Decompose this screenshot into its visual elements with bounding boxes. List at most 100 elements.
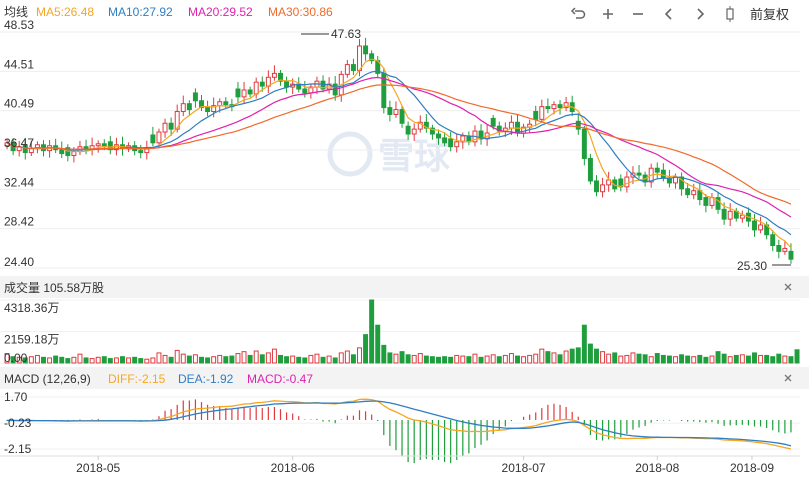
volume-bar-down	[697, 354, 703, 364]
volume-bar-down	[107, 358, 113, 364]
volume-bar-down	[405, 354, 411, 364]
price-tick-label: 28.42	[4, 215, 34, 229]
x-tick-label: 2018-07	[502, 461, 546, 475]
x-tick-label: 2018-06	[271, 461, 315, 475]
volume-bar-up	[89, 358, 95, 364]
volume-bar-down	[101, 356, 107, 364]
volume-bar-down	[752, 352, 757, 364]
ma30-legend: MA30:30.86	[268, 5, 333, 19]
volume-bar-down	[205, 357, 211, 364]
candle-down	[685, 188, 691, 196]
candle-down	[302, 88, 308, 94]
candle-down	[448, 138, 454, 148]
volume-bar-down	[302, 357, 308, 364]
volume-bar-up	[235, 353, 241, 364]
volume-bar-down	[466, 356, 472, 364]
volume-bar-down	[575, 347, 581, 364]
volume-bar-up	[290, 355, 296, 364]
volume-bar-down	[660, 354, 666, 364]
volume-bar-up	[34, 354, 40, 364]
ma10-legend: MA10:27.92	[108, 5, 173, 19]
volume-bar-up	[630, 352, 636, 364]
volume-bar-down	[284, 356, 290, 364]
time-axis: 2018-05 2018-06 2018-07 2018-08 2018-09	[76, 456, 774, 475]
candle-down	[721, 208, 727, 220]
high-annotation: 47.63	[301, 27, 361, 41]
volume-bar-down	[399, 351, 405, 364]
volume-bar-up	[393, 353, 399, 364]
volume-bar-up	[673, 356, 678, 364]
volume-bar-down	[679, 354, 685, 364]
volume-bar-down	[423, 355, 429, 364]
volume-bar-up	[150, 357, 156, 364]
volume-bar-down	[685, 355, 691, 364]
volume-bar-down	[247, 354, 253, 364]
candle-down	[405, 125, 411, 135]
x-tick-label: 2018-05	[76, 461, 120, 475]
volume-bar-down	[363, 334, 369, 364]
volume-bar-up	[314, 353, 320, 364]
candle-up	[95, 143, 101, 147]
high-label: 47.63	[331, 27, 361, 41]
volume-bar-up	[411, 354, 417, 364]
volume-bar-up	[253, 350, 259, 364]
candle-down	[284, 80, 290, 88]
price-tick-label: 44.51	[4, 57, 34, 71]
volume-tick-label: 2159.18万	[4, 333, 59, 347]
candle-down	[186, 103, 192, 111]
ma20-legend: MA20:29.52	[188, 5, 253, 19]
volume-bar-down	[332, 357, 338, 364]
volume-bar-up	[460, 355, 466, 364]
volume-bar-down	[587, 343, 593, 364]
watermark-text: 雪球	[378, 135, 451, 176]
volume-bar-up	[241, 351, 247, 364]
candle-down	[223, 101, 229, 106]
volume-bar-up	[606, 353, 612, 364]
candle-up	[727, 210, 733, 220]
volume-bar-down	[53, 355, 59, 364]
volume-bar-up	[691, 356, 697, 364]
volume-bar-up	[709, 355, 715, 364]
candle-down	[350, 64, 356, 71]
candle-down	[442, 137, 448, 144]
candle-up	[71, 151, 77, 157]
candle-up	[344, 64, 350, 75]
candle-down	[363, 45, 369, 55]
candle-up	[539, 106, 545, 120]
volume-bar-up	[211, 356, 217, 364]
candle-down	[533, 111, 539, 120]
undo-icon[interactable]	[570, 5, 588, 23]
candle-down	[192, 92, 198, 102]
candle-up	[271, 72, 277, 78]
volume-bar-down	[429, 356, 435, 364]
volume-bar-down	[642, 354, 648, 364]
macd-value-label: MACD:-0.47	[247, 372, 313, 386]
volume-bar-down	[721, 353, 727, 364]
candle-down	[205, 107, 211, 113]
volume-bar-up	[144, 358, 150, 364]
volume-bar-up	[618, 355, 624, 364]
volume-bar-up	[417, 353, 423, 364]
volume-bar-down	[199, 356, 204, 364]
volume-bar-down	[666, 355, 672, 364]
volume-axis: 4318.36万 2159.18万 0.00	[4, 301, 59, 365]
volume-bar-down	[65, 358, 71, 364]
volume-bar-down	[223, 356, 229, 364]
candle-down	[581, 128, 587, 159]
volume-bar-down	[545, 351, 551, 364]
volume-bar-down	[320, 356, 326, 364]
candle-up	[508, 121, 514, 129]
candle-up	[454, 141, 460, 148]
candle-up	[782, 247, 788, 252]
volume-bar-up	[758, 354, 764, 364]
volume-bar-down	[569, 348, 575, 364]
candle-down	[636, 172, 642, 176]
volume-bar-up	[95, 356, 101, 364]
candle-up	[624, 176, 630, 188]
volume-bar-down	[448, 356, 454, 364]
volume-bar-up	[357, 347, 362, 364]
volume-bar-down	[168, 356, 174, 364]
chart-svg: 雪球 均线 MA5:26.48 MA10:27.92 MA20:29.52 MA…	[0, 0, 809, 475]
price-tick-label: 48.53	[4, 18, 34, 32]
adjust-mode-button[interactable]: 前复权	[750, 7, 789, 22]
